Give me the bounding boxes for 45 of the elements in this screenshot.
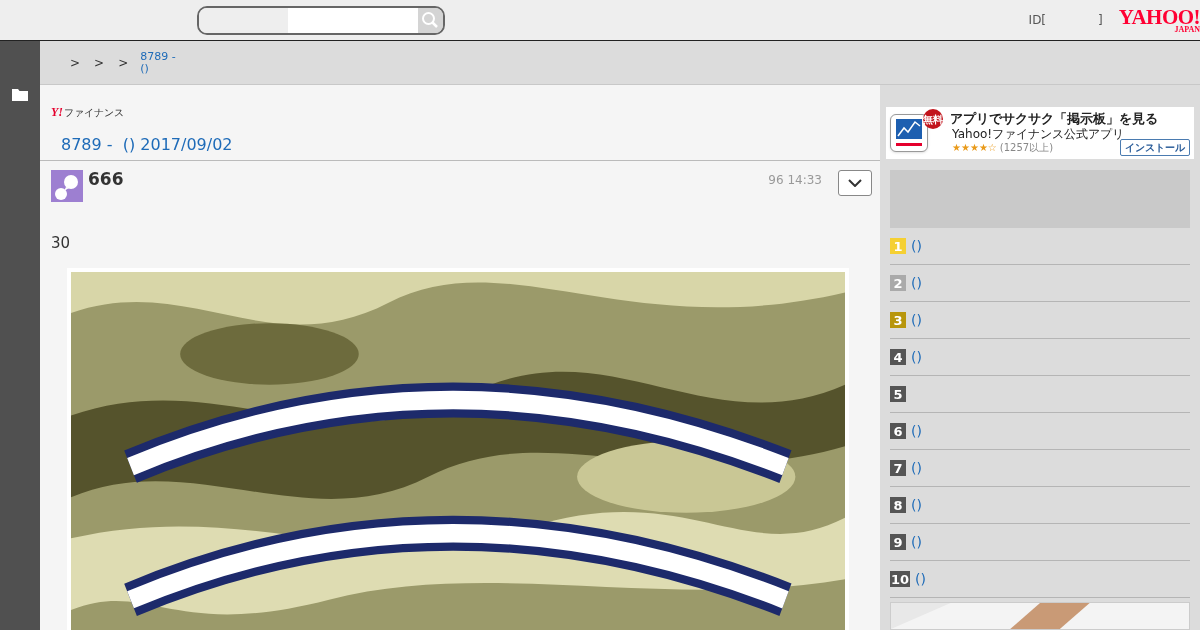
rank-badge: 1 <box>890 238 906 254</box>
ranking-link[interactable]: () <box>911 272 922 294</box>
chevron-down-icon <box>848 179 862 187</box>
user-id-label: ID[ <box>1028 12 1047 29</box>
rank-badge: 10 <box>890 571 911 587</box>
post-time: 96 14:33 <box>768 172 822 189</box>
author-avatar <box>51 170 83 202</box>
breadcrumb-separator: > <box>118 54 129 72</box>
rank-badge: 7 <box>890 460 906 476</box>
folder-icon[interactable] <box>12 88 28 101</box>
star-rating: ★★★★☆ <box>952 142 997 155</box>
review-count: (1257以上) <box>999 142 1054 155</box>
search-field[interactable] <box>287 7 418 33</box>
author-name[interactable]: 666 <box>88 171 124 202</box>
ranking-link[interactable]: () <box>911 457 922 479</box>
yahoo-japan-logo[interactable]: YAHOO! JAPAN <box>1118 6 1200 34</box>
breadcrumb-separator: > <box>94 54 105 72</box>
ranking-link[interactable]: () <box>911 494 922 516</box>
ranking-link[interactable]: () <box>911 420 922 442</box>
free-badge: 無料 <box>923 109 943 129</box>
board-title[interactable]: 8789 - () 2017/09/02 <box>61 133 880 157</box>
breadcrumb-link[interactable]: 8789 - () <box>140 50 176 75</box>
rank-badge: 2 <box>890 275 906 291</box>
ranking-link[interactable]: () <box>911 309 922 331</box>
finance-logo[interactable]: Y!ファイナンス <box>51 103 124 121</box>
rank-badge: 4 <box>890 349 906 365</box>
ranking-link[interactable]: () <box>915 568 927 590</box>
rank-badge: 6 <box>890 423 906 439</box>
banner-title: アプリでサクサク「掲示板」を見る <box>950 111 1158 128</box>
install-button[interactable]: インストール <box>1120 139 1190 156</box>
ranking-link[interactable]: () <box>911 531 922 553</box>
rank-badge: 9 <box>890 534 906 550</box>
rank-badge: 5 <box>890 386 906 402</box>
rank-badge: 3 <box>890 312 906 328</box>
ranking-link[interactable]: () <box>911 235 922 257</box>
banner-subtitle: Yahoo!ファイナンス公式アプリ <box>952 127 1126 142</box>
rank-badge: 8 <box>890 497 906 513</box>
breadcrumb-separator: > <box>70 54 81 72</box>
user-id-bracket: ] <box>1098 12 1103 29</box>
search-button[interactable] <box>417 7 443 33</box>
search-icon <box>421 11 440 29</box>
post-menu-button[interactable] <box>838 170 872 196</box>
post-body: 30 <box>51 233 72 254</box>
ranking-link[interactable]: () <box>911 346 922 368</box>
app-banner[interactable]: 無料 アプリでサクサク「掲示板」を見る Yahoo!ファイナンス公式アプリ ★★★★☆ (1257以上) インストール <box>886 107 1194 159</box>
